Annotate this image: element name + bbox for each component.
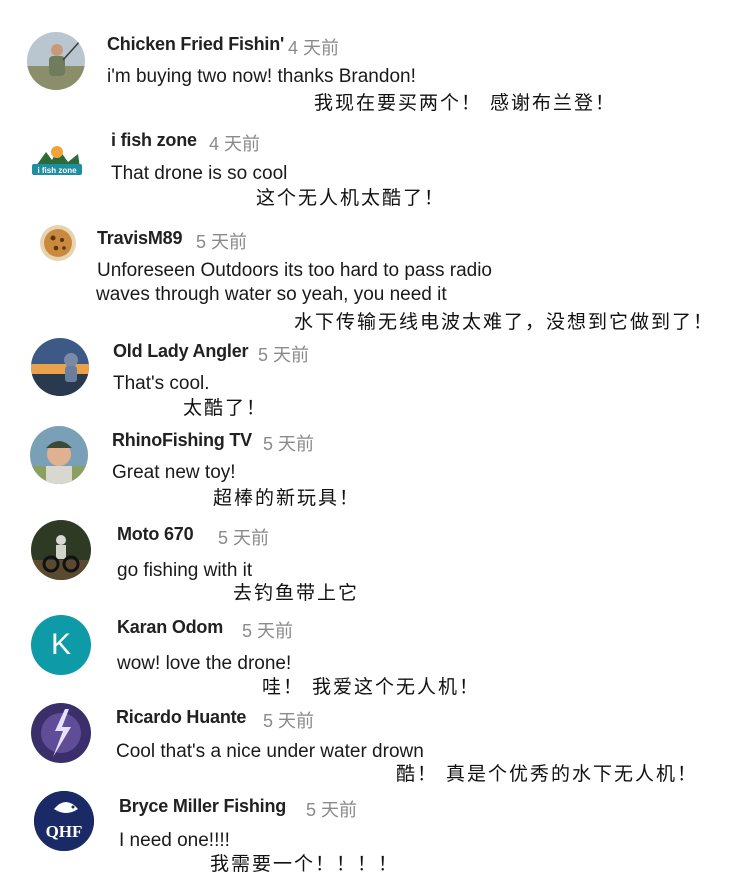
comment-translation: 水下传输无线电波太难了，没想到它做到了！ (294, 311, 715, 333)
comment-item: QHF Bryce Miller Fishing 5 天前 I need one… (0, 788, 750, 880)
comment-author[interactable]: Old Lady Angler (113, 341, 249, 362)
comment-author[interactable]: i fish zone (111, 130, 197, 151)
avatar-logo-text: i fish zone (37, 166, 77, 175)
comment-translation: 我现在要买两个！ 感谢布兰登！ (314, 92, 617, 114)
comment-timestamp[interactable]: 4 天前 (209, 130, 260, 156)
avatar-letter: K (50, 628, 71, 661)
comment-author[interactable]: RhinoFishing TV (112, 430, 252, 451)
qhf-fish-logo-icon: QHF (34, 791, 94, 851)
comment-text: Great new toy! (112, 462, 236, 483)
comment-item: Old Lady Angler 5 天前 That's cool. 太酷了！ (0, 335, 750, 425)
i-fish-zone-logo-icon: i fish zone (28, 130, 86, 188)
comment-text: i'm buying two now! thanks Brandon! (107, 66, 416, 87)
avatar[interactable] (31, 520, 91, 580)
comment-timestamp[interactable]: 5 天前 (218, 524, 269, 550)
comment-translation: 我需要一个！！！！ (210, 853, 400, 875)
comment-translation: 太酷了！ (183, 397, 268, 419)
comment-author[interactable]: Karan Odom (117, 617, 223, 638)
comment-item: TravisM89 5 天前 Unforeseen Outdoors its t… (0, 215, 750, 335)
avatar[interactable] (27, 32, 85, 90)
comment-timestamp[interactable]: 5 天前 (263, 430, 314, 456)
comment-item: K Karan Odom 5 天前 wow! love the drone! 哇… (0, 608, 750, 698)
avatar[interactable]: QHF (34, 791, 94, 851)
avatar-logo-text: QHF (46, 822, 83, 841)
comment-item: RhinoFishing TV 5 天前 Great new toy! 超棒的新… (0, 425, 750, 518)
comment-item: i fish zone i fish zone 4 天前 That drone … (0, 115, 750, 215)
comment-item: Moto 670 5 天前 go fishing with it 去钓鱼带上它 (0, 518, 750, 608)
comment-text-line-2: waves through water so yeah, you need it (96, 284, 447, 305)
fishing-person-photo-icon (27, 32, 85, 90)
comment-author[interactable]: Bryce Miller Fishing (119, 796, 286, 817)
comment-timestamp[interactable]: 4 天前 (288, 34, 339, 60)
comment-author[interactable]: Chicken Fried Fishin' (107, 34, 284, 55)
comment-text: Cool that's a nice under water drown (116, 741, 424, 762)
sunset-fishing-photo-icon (31, 338, 89, 396)
avatar[interactable] (30, 426, 88, 484)
avatar[interactable] (40, 225, 76, 261)
cookie-photo-icon (40, 225, 76, 261)
comment-author[interactable]: TravisM89 (97, 228, 182, 249)
comment-translation: 去钓鱼带上它 (233, 582, 360, 604)
comment-translation: 超棒的新玩具！ (213, 487, 361, 509)
man-with-cap-photo-icon (30, 426, 88, 484)
comment-translation: 这个无人机太酷了！ (256, 187, 446, 209)
motocross-photo-icon (31, 520, 91, 580)
avatar[interactable]: K (31, 615, 91, 675)
comment-item: Chicken Fried Fishin' 4 天前 i'm buying tw… (0, 0, 750, 115)
comment-translation: 哇！ 我爱这个无人机！ (262, 676, 481, 698)
comment-author[interactable]: Ricardo Huante (116, 707, 246, 728)
comment-item: Ricardo Huante 5 天前 Cool that's a nice u… (0, 698, 750, 788)
comment-timestamp[interactable]: 5 天前 (306, 796, 357, 822)
comment-author[interactable]: Moto 670 (117, 524, 194, 545)
avatar[interactable]: i fish zone (28, 130, 86, 188)
comment-text: go fishing with it (117, 560, 253, 581)
comment-timestamp[interactable]: 5 天前 (263, 707, 314, 733)
avatar[interactable] (31, 703, 91, 763)
lightning-storm-photo-icon (31, 703, 91, 763)
comment-translation: 酷！ 真是个优秀的水下无人机！ (396, 763, 699, 785)
comment-text-line-1: Unforeseen Outdoors its too hard to pass… (97, 260, 493, 281)
comment-timestamp[interactable]: 5 天前 (258, 341, 309, 367)
comment-timestamp[interactable]: 5 天前 (242, 617, 293, 643)
avatar[interactable] (31, 338, 89, 396)
comment-timestamp[interactable]: 5 天前 (196, 228, 247, 254)
